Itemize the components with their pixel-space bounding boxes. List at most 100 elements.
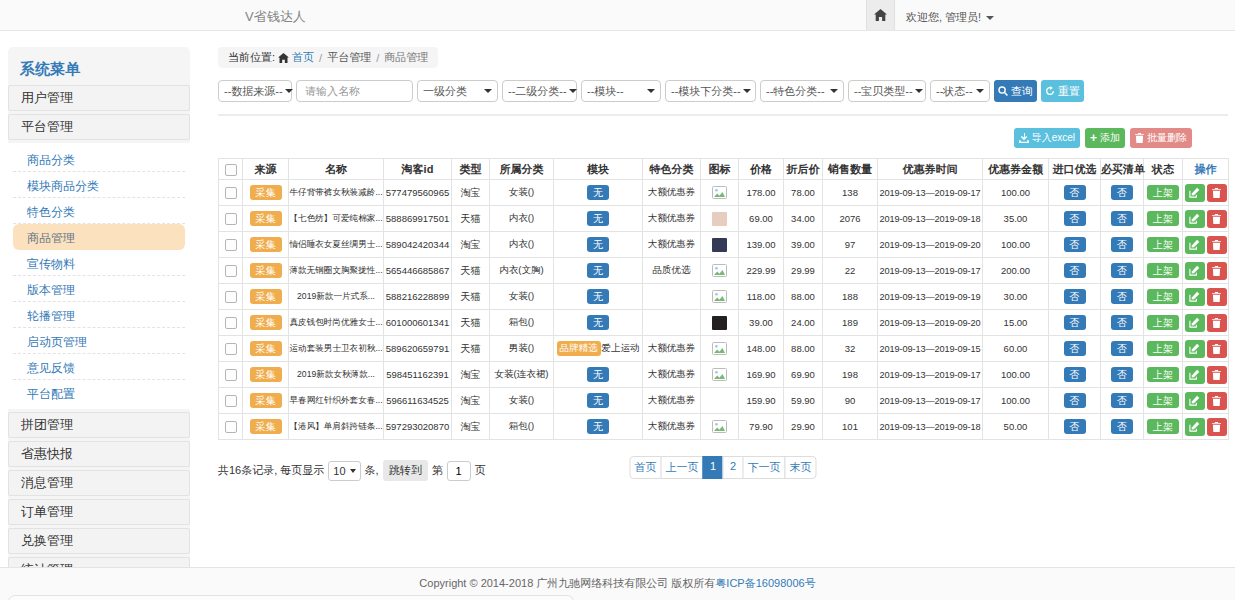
- delete-button[interactable]: [1207, 314, 1227, 332]
- page-button-上一页[interactable]: 上一页: [661, 456, 704, 479]
- home-button[interactable]: [866, 0, 895, 30]
- delete-button[interactable]: [1207, 184, 1227, 202]
- row-checkbox[interactable]: [225, 317, 237, 329]
- must-buy-badge[interactable]: 否: [1111, 419, 1133, 434]
- sidebar-item-users[interactable]: 用户管理: [8, 85, 190, 111]
- row-checkbox[interactable]: [225, 187, 237, 199]
- status-badge[interactable]: 上架: [1147, 367, 1179, 382]
- edit-button[interactable]: [1185, 288, 1205, 306]
- delete-button[interactable]: [1207, 288, 1227, 306]
- status-badge[interactable]: 上架: [1147, 419, 1179, 434]
- must-buy-badge[interactable]: 否: [1111, 211, 1133, 226]
- import-select-badge[interactable]: 否: [1064, 393, 1086, 408]
- must-buy-badge[interactable]: 否: [1111, 367, 1133, 382]
- filter-select-5[interactable]: --特色分类--: [760, 80, 844, 102]
- edit-button[interactable]: [1185, 184, 1205, 202]
- delete-button[interactable]: [1207, 236, 1227, 254]
- status-badge[interactable]: 上架: [1147, 289, 1179, 304]
- must-buy-badge[interactable]: 否: [1111, 393, 1133, 408]
- row-checkbox[interactable]: [225, 239, 237, 251]
- per-page-select[interactable]: 10: [328, 461, 360, 481]
- status-badge[interactable]: 上架: [1147, 341, 1179, 356]
- user-menu[interactable]: 欢迎您, 管理员!: [906, 10, 994, 25]
- sidebar-item-after-0[interactable]: 拼团管理: [8, 412, 190, 438]
- breadcrumb-home-link[interactable]: 首页: [278, 50, 314, 65]
- row-checkbox[interactable]: [225, 213, 237, 225]
- sidebar-item-after-3[interactable]: 订单管理: [8, 499, 190, 525]
- status-badge[interactable]: 上架: [1147, 315, 1179, 330]
- edit-button[interactable]: [1185, 366, 1205, 384]
- import-select-badge[interactable]: 否: [1064, 289, 1086, 304]
- sidebar-item-after-2[interactable]: 消息管理: [8, 470, 190, 496]
- must-buy-badge[interactable]: 否: [1111, 315, 1133, 330]
- import-select-badge[interactable]: 否: [1064, 419, 1086, 434]
- sidebar-subitem-9[interactable]: 平台配置: [13, 380, 185, 406]
- filter-select-1[interactable]: 一级分类: [417, 80, 498, 102]
- status-badge[interactable]: 上架: [1147, 211, 1179, 226]
- must-buy-badge[interactable]: 否: [1111, 289, 1133, 304]
- import-select-badge[interactable]: 否: [1064, 341, 1086, 356]
- filter-select-3[interactable]: --模块--: [581, 80, 661, 102]
- filter-select-4[interactable]: --模块下分类--: [665, 80, 756, 102]
- status-badge[interactable]: 上架: [1147, 263, 1179, 278]
- sidebar-subitem-8[interactable]: 意见反馈: [13, 354, 185, 380]
- page-button-1[interactable]: 1: [703, 456, 724, 479]
- delete-button[interactable]: [1207, 262, 1227, 280]
- edit-button[interactable]: [1185, 340, 1205, 358]
- breadcrumb-item[interactable]: 平台管理: [327, 50, 371, 65]
- must-buy-badge[interactable]: 否: [1111, 185, 1133, 200]
- must-buy-badge[interactable]: 否: [1111, 341, 1133, 356]
- row-checkbox[interactable]: [225, 369, 237, 381]
- page-button-下一页[interactable]: 下一页: [743, 456, 786, 479]
- import-select-badge[interactable]: 否: [1064, 367, 1086, 382]
- status-badge[interactable]: 上架: [1147, 393, 1179, 408]
- edit-button[interactable]: [1185, 210, 1205, 228]
- select-all-checkbox[interactable]: [225, 164, 237, 176]
- add-button[interactable]: + 添加: [1085, 128, 1125, 148]
- name-search-input[interactable]: [296, 80, 413, 102]
- delete-button[interactable]: [1207, 392, 1227, 410]
- sidebar-subitem-4[interactable]: 宣传物料: [13, 250, 185, 276]
- must-buy-badge[interactable]: 否: [1111, 237, 1133, 252]
- sidebar-subitem-0[interactable]: 商品分类: [13, 146, 185, 172]
- jump-button[interactable]: 跳转到: [383, 460, 428, 481]
- sidebar-subitem-7[interactable]: 启动页管理: [13, 328, 185, 354]
- sidebar-subitem-6[interactable]: 轮播管理: [13, 302, 185, 328]
- edit-button[interactable]: [1185, 418, 1205, 436]
- delete-button[interactable]: [1207, 366, 1227, 384]
- sidebar-item-platform[interactable]: 平台管理: [8, 114, 190, 140]
- row-checkbox[interactable]: [225, 291, 237, 303]
- reset-button[interactable]: 重置: [1041, 80, 1084, 102]
- icp-link[interactable]: 粤ICP备16098006号: [715, 577, 815, 589]
- batch-delete-button[interactable]: 批量删除: [1130, 128, 1192, 148]
- search-button[interactable]: 查询: [994, 80, 1037, 102]
- delete-button[interactable]: [1207, 210, 1227, 228]
- import-select-badge[interactable]: 否: [1064, 237, 1086, 252]
- filter-select-6[interactable]: --宝贝类型--: [848, 80, 926, 102]
- edit-button[interactable]: [1185, 392, 1205, 410]
- row-checkbox[interactable]: [225, 421, 237, 433]
- sidebar-subitem-2[interactable]: 特色分类: [13, 198, 185, 224]
- status-badge[interactable]: 上架: [1147, 185, 1179, 200]
- page-button-2[interactable]: 2: [723, 456, 744, 479]
- sidebar-item-after-4[interactable]: 兑换管理: [8, 528, 190, 554]
- edit-button[interactable]: [1185, 262, 1205, 280]
- row-checkbox[interactable]: [225, 343, 237, 355]
- row-checkbox[interactable]: [225, 395, 237, 407]
- page-button-末页[interactable]: 末页: [785, 456, 817, 479]
- page-button-首页[interactable]: 首页: [630, 456, 662, 479]
- import-select-badge[interactable]: 否: [1064, 263, 1086, 278]
- delete-button[interactable]: [1207, 340, 1227, 358]
- sidebar-subitem-1[interactable]: 模块商品分类: [13, 172, 185, 198]
- delete-button[interactable]: [1207, 418, 1227, 436]
- import-select-badge[interactable]: 否: [1064, 315, 1086, 330]
- sidebar-subitem-3[interactable]: 商品管理: [13, 224, 185, 250]
- must-buy-badge[interactable]: 否: [1111, 263, 1133, 278]
- import-excel-button[interactable]: 导入excel: [1014, 128, 1080, 148]
- edit-button[interactable]: [1185, 314, 1205, 332]
- import-select-badge[interactable]: 否: [1064, 185, 1086, 200]
- sidebar-item-after-1[interactable]: 省惠快报: [8, 441, 190, 467]
- row-checkbox[interactable]: [225, 265, 237, 277]
- status-badge[interactable]: 上架: [1147, 237, 1179, 252]
- filter-select-2[interactable]: --二级分类--: [502, 80, 577, 102]
